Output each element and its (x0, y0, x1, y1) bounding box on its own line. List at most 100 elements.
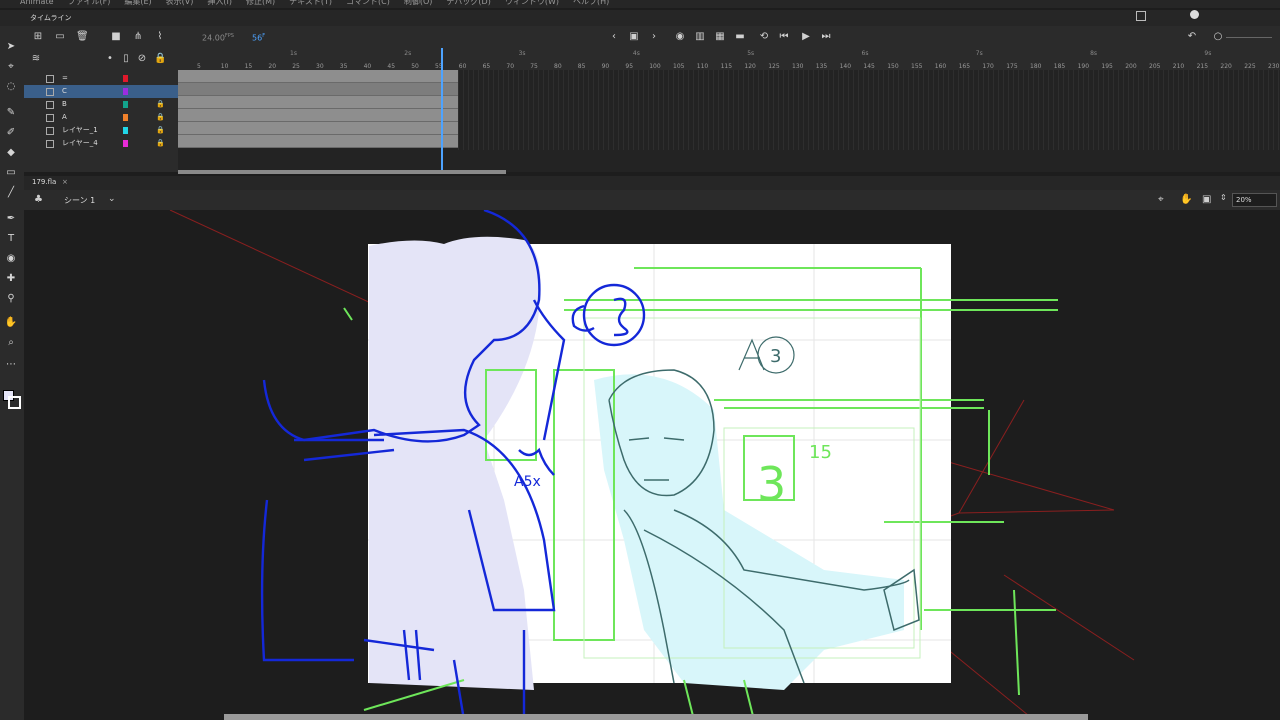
layer-parent-icon[interactable]: ⋔ (132, 31, 144, 43)
lasso-icon[interactable]: ◌ (4, 80, 18, 94)
next-keyframe-icon[interactable]: › (648, 31, 660, 43)
line-icon[interactable]: ╱ (4, 186, 18, 200)
frame-span[interactable] (178, 109, 458, 122)
menu-item[interactable]: 表示(V) (166, 0, 194, 6)
scene-label[interactable]: シーン 1 (64, 195, 95, 206)
menu-item[interactable]: テキスト(T) (289, 0, 332, 6)
window-square-icon[interactable] (1136, 11, 1146, 21)
delete-icon[interactable]: 🗑 (76, 31, 89, 43)
eraser-icon[interactable]: ◆ (4, 146, 18, 160)
center-stage-icon[interactable]: ⌖ (1158, 194, 1164, 205)
step-back-icon[interactable]: ⏮ (778, 31, 790, 43)
rectangle-icon[interactable]: ▭ (4, 166, 18, 180)
layer-name[interactable]: レイヤー_4 (62, 137, 98, 150)
layer-row[interactable]: A 🔒 (24, 111, 178, 124)
layer-name[interactable]: A (62, 111, 67, 124)
highlight-dot-icon[interactable]: • (104, 53, 116, 65)
onion-skin-icon[interactable]: ◉ (674, 31, 686, 43)
stage[interactable]: 3 3 15 A5x (24, 210, 1280, 720)
layer-color-swatch[interactable] (123, 127, 128, 134)
lock-icon[interactable]: 🔒 (156, 111, 165, 124)
close-icon[interactable]: × (62, 178, 68, 186)
menu-item[interactable]: 修正(M) (246, 0, 275, 6)
menu-item[interactable]: 挿入(I) (207, 0, 232, 6)
layer-row[interactable]: C (24, 85, 178, 98)
layer-color-swatch[interactable] (123, 75, 128, 82)
menu-item[interactable]: ウィンドウ(W) (505, 0, 559, 6)
layer-color-swatch[interactable] (123, 88, 128, 95)
pen-icon[interactable]: ✒ (4, 212, 18, 226)
layer-name[interactable]: レイヤー_1 (62, 124, 98, 137)
zoom-stepper-icon[interactable]: ⇕ (1220, 193, 1227, 202)
loop-icon[interactable]: ⟲ (758, 31, 770, 43)
paint-brush-icon[interactable]: ✐ (4, 126, 18, 140)
menu-item[interactable]: コマンド(C) (346, 0, 390, 6)
timeline-tab[interactable]: タイムライン (0, 10, 1280, 27)
layer-color-swatch[interactable] (123, 140, 128, 147)
outline-icon[interactable]: ▯ (120, 53, 132, 65)
camera-icon[interactable]: ■ (110, 31, 122, 43)
new-layer-icon[interactable]: ⊞ (32, 31, 44, 43)
fps-display[interactable]: 24.00FPS (202, 33, 234, 43)
lock-icon[interactable]: 🔒 (156, 137, 165, 150)
frame-span[interactable] (178, 96, 458, 109)
play-icon[interactable]: ▶ (800, 31, 812, 43)
timeline-scrollbar[interactable] (178, 170, 506, 174)
layer-row[interactable]: = (24, 72, 178, 85)
layer-row[interactable]: B 🔒 (24, 98, 178, 111)
chevron-down-icon[interactable]: ⌄ (108, 194, 116, 204)
frame-span[interactable] (178, 135, 458, 148)
paint-bucket-icon[interactable]: ◉ (4, 252, 18, 266)
keyframe-icon[interactable]: ▣ (628, 31, 640, 43)
eyedropper-icon[interactable]: ✚ (4, 272, 18, 286)
frame-span[interactable] (178, 70, 458, 83)
layer-row[interactable]: レイヤー_1 🔒 (24, 124, 178, 137)
menu-item[interactable]: Animate (20, 0, 54, 6)
layer-name[interactable]: = (62, 72, 68, 85)
hand-icon[interactable]: ✋ (4, 316, 18, 330)
lock-icon[interactable]: 🔒 (156, 98, 165, 111)
layer-color-swatch[interactable] (123, 114, 128, 121)
frames-area[interactable]: 5 10 15 20 25 30 35 40 45 50 55 60 65 70 75 80 85 90 95 100… (178, 48, 1280, 172)
current-frame-display[interactable]: 56F (252, 33, 265, 43)
brush-icon[interactable]: ✎ (4, 106, 18, 120)
empty-frames-grid[interactable] (458, 70, 1280, 150)
hide-all-icon[interactable]: ⊘ (136, 53, 148, 65)
menu-item[interactable]: ヘルプ(H) (573, 0, 609, 6)
frame-span[interactable] (178, 122, 458, 135)
menu-item[interactable]: デバッグ(D) (446, 0, 490, 6)
stroke-color-swatch[interactable] (8, 396, 21, 409)
zoom-field[interactable]: 20% (1232, 193, 1277, 207)
frame-ruler[interactable]: 5 10 15 20 25 30 35 40 45 50 55 60 65 70 75 80 85 90 95 100… (178, 48, 1280, 70)
new-folder-icon[interactable]: ▭ (54, 31, 66, 43)
menu-item[interactable]: 編集(E) (124, 0, 151, 6)
clip-icon[interactable]: ▣ (1202, 194, 1211, 205)
stage-canvas[interactable]: 3 3 15 A5x (24, 210, 1280, 720)
layer-name[interactable]: B (62, 98, 67, 111)
step-forward-icon[interactable]: ⏭ (820, 31, 832, 43)
document-tab[interactable]: 179.fla × (24, 176, 1280, 190)
rotation-icon[interactable]: ✋ (1180, 194, 1192, 205)
edit-multiple-icon[interactable]: ▦ (714, 31, 726, 43)
menu-item[interactable]: ファイル(F) (68, 0, 111, 6)
graph-icon[interactable]: ⌇ (154, 31, 166, 43)
layer-row[interactable]: レイヤー_4 🔒 (24, 137, 178, 150)
zoom-slider[interactable] (1226, 37, 1272, 38)
layer-name[interactable]: C (62, 85, 67, 98)
text-icon[interactable]: T (4, 232, 18, 246)
menu-item[interactable]: 制御(O) (404, 0, 433, 6)
selection-icon[interactable]: ➤ (4, 40, 18, 54)
frame-span[interactable] (178, 83, 458, 96)
layer-color-swatch[interactable] (123, 101, 128, 108)
subselection-icon[interactable]: ⌖ (4, 60, 18, 74)
playhead[interactable] (441, 48, 443, 172)
zoom-slider-knob-icon[interactable]: ○ (1212, 31, 1224, 43)
menu-items[interactable]: Animate ファイル(F) 編集(E) 表示(V) 挿入(I) 修正(M) テキスト(T… (20, 0, 623, 7)
lock-all-icon[interactable]: 🔒 (154, 53, 166, 65)
onion-outline-icon[interactable]: ▥ (694, 31, 706, 43)
lock-icon[interactable]: 🔒 (156, 124, 165, 137)
pin-icon[interactable]: ⚲ (4, 292, 18, 306)
prev-keyframe-icon[interactable]: ‹ (608, 31, 620, 43)
user-icon[interactable] (1190, 10, 1199, 19)
frame-center-icon[interactable]: ▬ (734, 31, 746, 43)
